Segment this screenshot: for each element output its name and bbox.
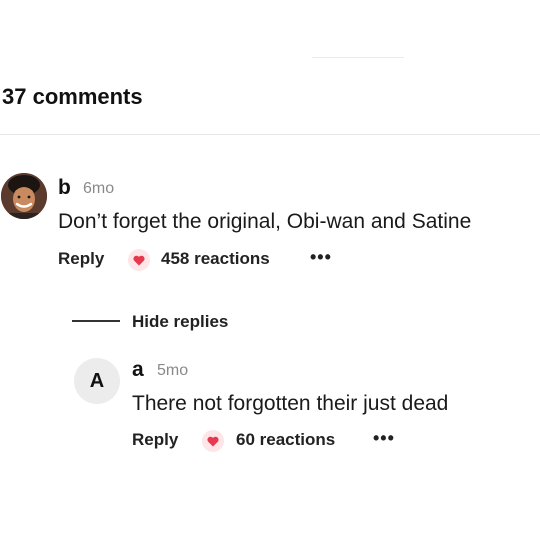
heart-icon[interactable] <box>202 430 224 452</box>
reactions-count[interactable]: 458 reactions <box>161 249 270 269</box>
reply-button[interactable]: Reply <box>132 430 178 450</box>
heart-shape-icon <box>207 436 219 446</box>
reply-author[interactable]: a <box>132 358 144 382</box>
hide-replies-button[interactable]: Hide replies <box>132 312 228 332</box>
reply-button[interactable]: Reply <box>58 249 104 269</box>
header-divider <box>0 134 540 135</box>
more-options-icon[interactable]: ••• <box>373 428 395 449</box>
more-options-icon[interactable]: ••• <box>310 247 332 268</box>
reactions-count[interactable]: 60 reactions <box>236 430 335 450</box>
avatar[interactable] <box>1 173 47 219</box>
comment-author[interactable]: b <box>58 176 71 200</box>
comment-text: Don’t forget the original, Obi-wan and S… <box>58 210 472 233</box>
comments-count: 37 comments <box>2 84 143 109</box>
profile-photo-icon <box>1 173 47 219</box>
reply-timestamp: 5mo <box>157 362 189 379</box>
heart-icon[interactable] <box>128 249 150 271</box>
replies-divider <box>72 320 120 322</box>
heart-shape-icon <box>133 255 145 265</box>
comment-timestamp: 6mo <box>83 180 115 197</box>
reply-text: There not forgotten their just dead <box>132 392 449 415</box>
top-divider <box>312 57 404 58</box>
avatar[interactable]: A <box>74 358 120 404</box>
